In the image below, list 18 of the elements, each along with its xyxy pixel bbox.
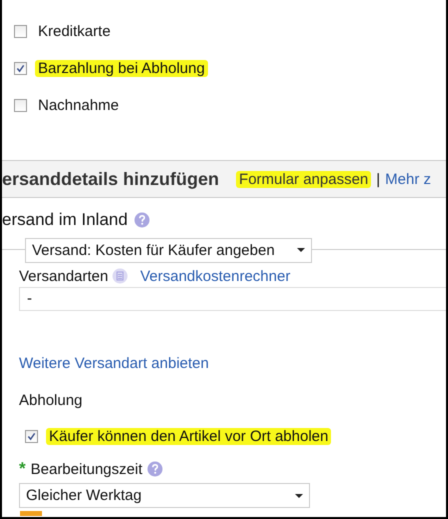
input-field[interactable]: - bbox=[19, 287, 446, 311]
checkbox-label: Käufer können den Artikel vor Ort abholen bbox=[46, 428, 332, 444]
section-title: ersanddetails hinzufügen bbox=[2, 168, 220, 190]
checkbox-label: Barzahlung bei Abholung bbox=[35, 60, 208, 76]
subsection-title: ersand im Inland bbox=[2, 210, 128, 230]
link[interactable]: Formular anpassen bbox=[236, 170, 372, 188]
checkbox-label: Kreditkarte bbox=[38, 22, 111, 40]
calculator-link[interactable]: Versandkostenrechner bbox=[140, 268, 290, 284]
add-link[interactable]: Weitere Versandart anbieten bbox=[19, 355, 446, 372]
handling-select[interactable]: Gleicher Werktag bbox=[19, 483, 310, 508]
subsection-label: Abholung bbox=[19, 392, 84, 409]
required-mark: * bbox=[19, 459, 26, 479]
separator: | bbox=[376, 170, 380, 188]
link[interactable]: Mehr z bbox=[385, 170, 432, 188]
shipping-select[interactable]: Versand: Kosten für Käufer angeben bbox=[25, 238, 312, 262]
checkbox-label: Nachnahme bbox=[38, 96, 119, 114]
field-label: Versandarten bbox=[19, 268, 108, 284]
field-label: Bearbeitungszeit bbox=[30, 460, 142, 478]
